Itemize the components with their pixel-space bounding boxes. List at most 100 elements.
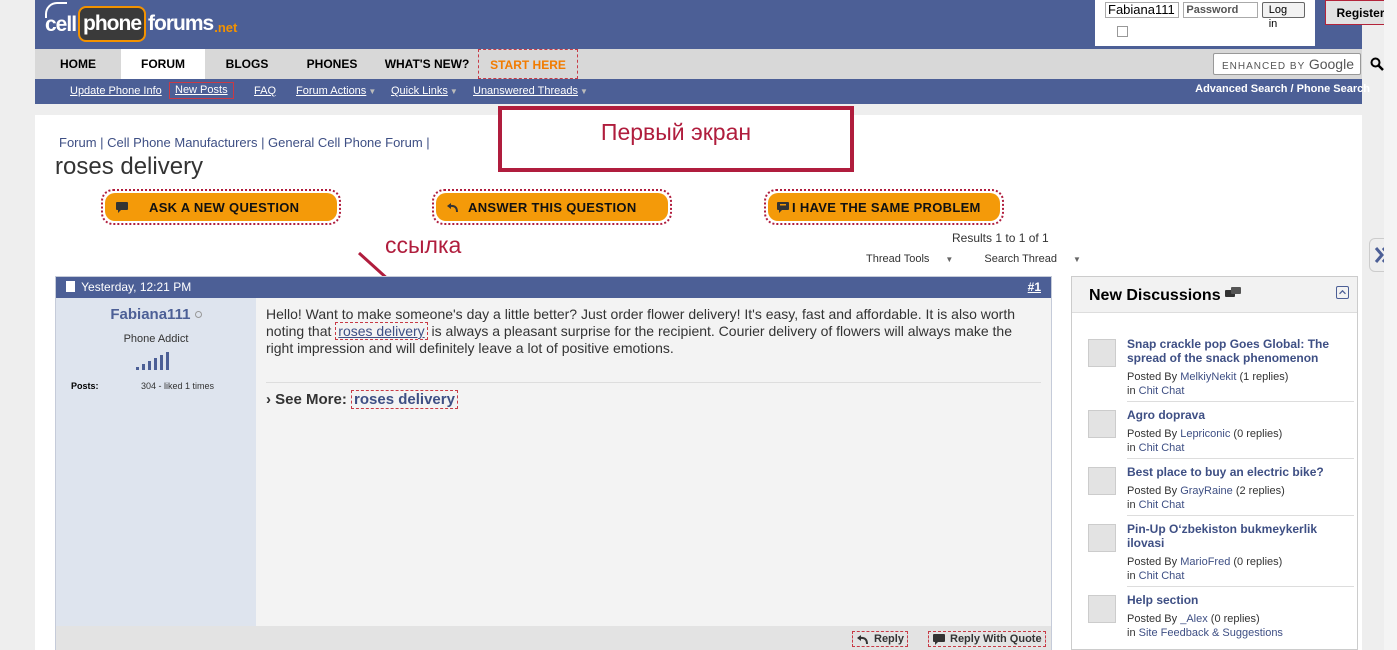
author-link[interactable]: GrayRaine (1180, 485, 1233, 497)
avatar (1088, 524, 1116, 552)
author-link[interactable]: MarioFred (1180, 556, 1230, 568)
reply-with-quote-label: Reply With Quote (950, 633, 1042, 645)
user-info-panel: Fabiana111 Phone Addict Posts: 304 - lik… (56, 298, 256, 626)
forum-link[interactable]: Chit Chat (1139, 442, 1185, 454)
page-scrollbar[interactable] (1384, 0, 1397, 650)
signal-bars-icon (136, 352, 169, 370)
reply-count: (0 replies) (1233, 556, 1283, 568)
discussion-title[interactable]: Agro doprava (1127, 408, 1347, 422)
chevron-down-icon: ▼ (579, 87, 588, 96)
nav-forum[interactable]: FORUM (121, 49, 205, 79)
google-search-input[interactable]: ENHANCED BY Google (1213, 53, 1361, 75)
nav-blogs[interactable]: BLOGS (205, 49, 289, 79)
post-header: Yesterday, 12:21 PM #1 (56, 277, 1051, 298)
posted-by-label: Posted By (1127, 613, 1178, 625)
in-label: in (1127, 385, 1136, 397)
search-thread-label: Search Thread (984, 253, 1057, 265)
ask-question-button[interactable]: ASK A NEW QUESTION (101, 189, 341, 225)
post-username[interactable]: Fabiana111 (56, 306, 256, 323)
roses-delivery-link[interactable]: roses delivery (335, 322, 428, 340)
subnav-unanswered-threads[interactable]: Unanswered Threads ▼ (473, 85, 588, 97)
forum-link[interactable]: Chit Chat (1139, 385, 1185, 397)
author-link[interactable]: _Alex (1180, 613, 1208, 625)
in-label: in (1127, 442, 1136, 454)
unanswered-threads-label: Unanswered Threads (473, 85, 578, 97)
reply-button[interactable]: Reply (852, 631, 908, 647)
posts-label: Posts: (71, 381, 99, 391)
avatar (1088, 467, 1116, 495)
login-box: Fabiana111 Password Log in Remember Me? (1095, 0, 1315, 46)
search-thread-menu[interactable]: Search Thread ▼ (984, 253, 1095, 265)
nav-home[interactable]: HOME (35, 49, 121, 79)
reply-count: (0 replies) (1233, 428, 1283, 440)
breadcrumb[interactable]: Forum | Cell Phone Manufacturers | Gener… (59, 135, 430, 150)
avatar (1088, 595, 1116, 623)
discussion-forum: in Chit Chat (1127, 442, 1184, 454)
thread-tools-menu[interactable]: Thread Tools ▼ (866, 253, 967, 265)
forum-link[interactable]: Chit Chat (1139, 570, 1185, 582)
discussion-forum: in Site Feedback & Suggestions (1127, 627, 1283, 639)
password-input[interactable]: Password (1183, 2, 1258, 18)
same-problem-button[interactable]: I HAVE THE SAME PROBLEM (764, 189, 1004, 225)
remember-checkbox[interactable] (1117, 26, 1128, 37)
forum-actions-label: Forum Actions (296, 85, 367, 97)
site-logo[interactable]: cell phone forums .net (45, 2, 237, 44)
forum-link[interactable]: Site Feedback & Suggestions (1139, 627, 1283, 639)
forum-link[interactable]: Chit Chat (1139, 499, 1185, 511)
post-number-link[interactable]: #1 (1028, 277, 1041, 298)
sidebar-header: New Discussions (1072, 277, 1357, 313)
post-divider (266, 382, 1041, 383)
chevron-down-icon: ▼ (1072, 255, 1081, 264)
nav-phones[interactable]: PHONES (289, 49, 375, 79)
advanced-search-link[interactable]: Advanced Search / Phone Search (1195, 83, 1370, 95)
see-more-link[interactable]: roses delivery (351, 390, 458, 409)
search-icon[interactable] (1370, 57, 1384, 71)
quote-icon (933, 634, 945, 645)
answer-question-label: ANSWER THIS QUESTION (468, 199, 637, 215)
discussion-title[interactable]: Snap crackle pop Goes Global: The spread… (1127, 337, 1347, 365)
chevron-down-icon: ▼ (449, 87, 458, 96)
username-input[interactable]: Fabiana111 (1105, 2, 1180, 18)
author-link[interactable]: Lepriconic (1180, 428, 1230, 440)
see-more-label: › See More: (266, 391, 347, 408)
subnav-faq[interactable]: FAQ (254, 85, 276, 97)
post-date: Yesterday, 12:21 PM (81, 280, 192, 294)
speech-bubble-icon (116, 202, 128, 213)
avatar (1088, 339, 1116, 367)
divider (1127, 586, 1354, 587)
subnav-new-posts[interactable]: New Posts (169, 82, 234, 99)
nav-start-here[interactable]: START HERE (478, 49, 578, 79)
discussion-title[interactable]: Help section (1127, 593, 1347, 607)
ask-question-label: ASK A NEW QUESTION (149, 199, 300, 215)
remember-label: Remember Me? (1132, 26, 1200, 37)
nav-whats-new[interactable]: WHAT'S NEW? (375, 49, 479, 79)
offline-status-icon (194, 311, 202, 318)
discussion-title[interactable]: Pin-Up O‘zbekiston bukmeykerlik ilovasi (1127, 522, 1347, 550)
site-header: cell phone forums .net Fabiana111 Passwo… (35, 0, 1396, 49)
author-link[interactable]: MelkiyNekit (1180, 371, 1236, 383)
discussion-author: Posted By _Alex (0 replies) (1127, 613, 1260, 625)
discussion-author: Posted By MarioFred (0 replies) (1127, 556, 1282, 568)
page-title: roses delivery (55, 153, 204, 180)
reply-label: Reply (874, 633, 904, 645)
posts-value: 304 - liked 1 times (141, 381, 215, 391)
remember-me[interactable]: Remember Me? (1117, 26, 1317, 37)
same-problem-label: I HAVE THE SAME PROBLEM (792, 199, 981, 215)
posted-by-label: Posted By (1127, 485, 1178, 497)
reply-with-quote-button[interactable]: Reply With Quote (928, 631, 1046, 647)
subnav-forum-actions[interactable]: Forum Actions ▼ (296, 85, 376, 97)
document-icon (66, 281, 75, 292)
discussion-author: Posted By MelkiyNekit (1 replies) (1127, 371, 1288, 383)
login-button[interactable]: Log in (1261, 2, 1305, 30)
discussion-author: Posted By GrayRaine (2 replies) (1127, 485, 1285, 497)
answer-question-button[interactable]: ANSWER THIS QUESTION (432, 189, 672, 225)
thread-tools-label: Thread Tools (866, 253, 930, 265)
collapse-icon[interactable] (1336, 286, 1349, 299)
discussion-title[interactable]: Best place to buy an electric bike? (1127, 465, 1347, 479)
subnav-update-phone-info[interactable]: Update Phone Info (70, 85, 162, 97)
chat-bubble-icon (777, 202, 789, 213)
discussion-forum: in Chit Chat (1127, 385, 1184, 397)
google-enhanced-label: ENHANCED BY (1222, 61, 1306, 72)
subnav-quick-links[interactable]: Quick Links ▼ (391, 85, 458, 97)
reply-count: (2 replies) (1235, 485, 1285, 497)
